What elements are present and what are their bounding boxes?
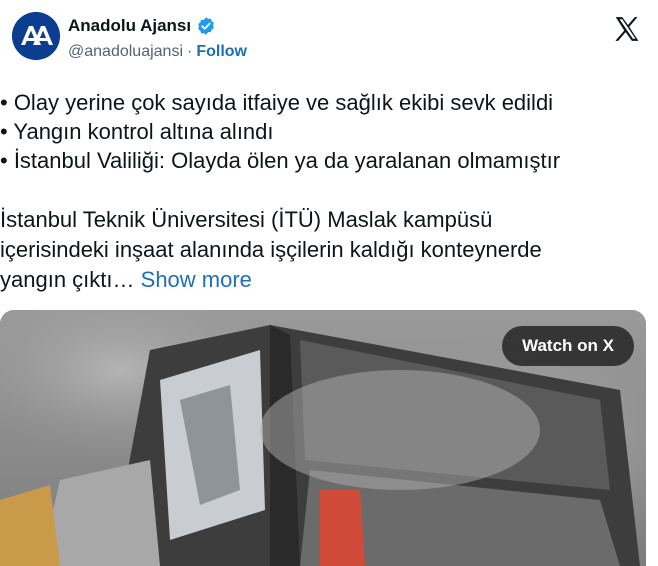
tweet-header: Anadolu Ajansı @anadoluajansi · Follow <box>12 10 646 66</box>
video-thumbnail[interactable]: Watch on X <box>0 310 646 566</box>
bullet-item: • Yangın kontrol altına alındı <box>0 119 274 144</box>
avatar[interactable] <box>12 12 60 60</box>
separator: · <box>187 43 193 60</box>
body-line: içerisindeki inşaat alanında işçilerin k… <box>0 237 542 262</box>
bullet-item: • İstanbul Valiliği: Olayda ölen ya da y… <box>0 148 561 173</box>
handle[interactable]: @anadoluajansi <box>68 43 183 61</box>
handle-row: @anadoluajansi · Follow <box>68 43 247 61</box>
tweet-body: İstanbul Teknik Üniversitesi (İTÜ) Masla… <box>0 205 640 295</box>
bullet-item: • Olay yerine çok sayıda itfaiye ve sağl… <box>0 90 554 115</box>
body-line-text: yangın çıktı… <box>0 267 135 292</box>
show-more-link[interactable]: Show more <box>141 267 252 292</box>
body-line: İstanbul Teknik Üniversitesi (İTÜ) Masla… <box>0 207 493 232</box>
display-name[interactable]: Anadolu Ajansı <box>68 16 191 36</box>
tweet-bullets: • Olay yerine çok sayıda itfaiye ve sağl… <box>0 88 650 175</box>
body-line-last: yangın çıktı… Show more <box>0 265 640 295</box>
anadolu-logo-icon <box>12 12 60 60</box>
verified-badge-icon <box>198 17 214 35</box>
watch-on-x-button[interactable]: Watch on X <box>502 326 634 366</box>
name-row: Anadolu Ajansı <box>68 16 216 36</box>
x-logo-icon[interactable] <box>612 14 642 44</box>
follow-button[interactable]: Follow <box>196 43 247 61</box>
